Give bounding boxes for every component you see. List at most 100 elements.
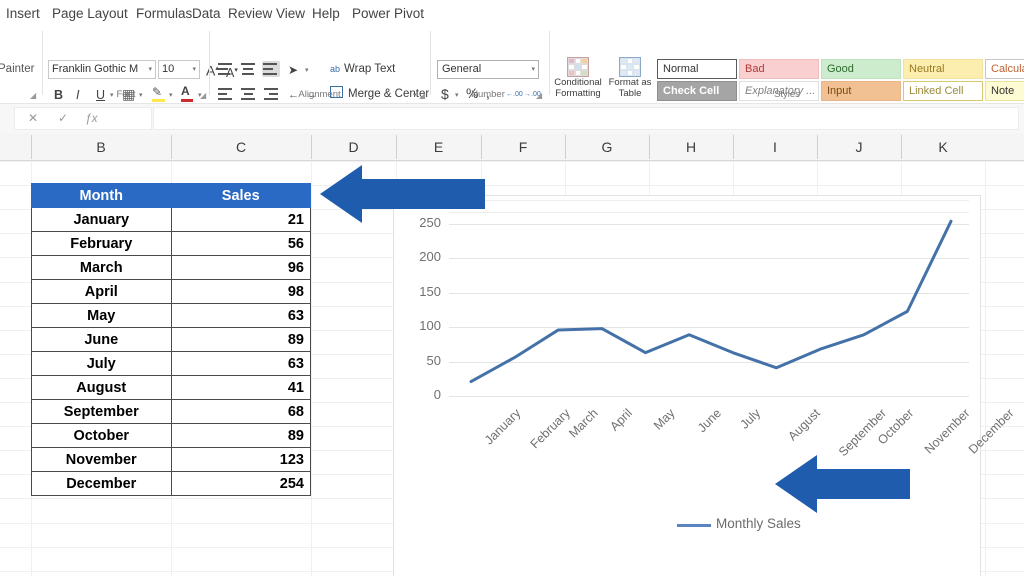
clipboard-dialog-launcher-icon[interactable]: ◢	[30, 91, 36, 100]
table-row: January21	[32, 208, 311, 232]
cell-sales[interactable]: 89	[171, 424, 311, 448]
cell-month[interactable]: May	[32, 304, 172, 328]
table-row: April98	[32, 280, 311, 304]
cell-month[interactable]: January	[32, 208, 172, 232]
column-header-D[interactable]: D	[311, 137, 396, 157]
table-row: November123	[32, 448, 311, 472]
cell-month[interactable]: July	[32, 352, 172, 376]
chevron-down-icon[interactable]: ▾	[148, 65, 152, 73]
chevron-down-icon[interactable]: ▾	[192, 65, 196, 73]
font-name-input[interactable]: Franklin Gothic M ▾	[48, 60, 156, 79]
table-row: October89	[32, 424, 311, 448]
ribbon-tab-view[interactable]: View	[276, 5, 305, 22]
column-header-I[interactable]: I	[733, 137, 817, 157]
cell-sales[interactable]: 21	[171, 208, 311, 232]
cell-sales[interactable]: 123	[171, 448, 311, 472]
confirm-icon[interactable]: ✓	[58, 111, 68, 125]
cell-month[interactable]: November	[32, 448, 172, 472]
worksheet-grid[interactable]: MonthSales January21February56March96Apr…	[0, 161, 1024, 576]
ribbon-tab-review[interactable]: Review	[228, 5, 272, 22]
cell-style-good[interactable]: Good	[821, 59, 901, 79]
formula-input[interactable]	[153, 107, 1019, 130]
cell-month[interactable]: March	[32, 256, 172, 280]
table-header-row: MonthSales	[32, 184, 311, 208]
table-row: March96	[32, 256, 311, 280]
group-divider	[430, 31, 431, 95]
cell-sales[interactable]: 41	[171, 376, 311, 400]
align-middle-icon[interactable]	[240, 62, 256, 76]
column-divider	[481, 135, 482, 159]
ribbon-tab-formulas[interactable]: Formulas	[136, 5, 192, 22]
column-header-J[interactable]: J	[817, 137, 901, 157]
cell-sales[interactable]: 254	[171, 472, 311, 496]
arrow-to-table	[320, 165, 485, 223]
wrap-text-icon[interactable]: ab	[330, 61, 340, 77]
format-painter-label[interactable]: Painter	[0, 63, 34, 75]
ribbon-tab-insert[interactable]: Insert	[6, 5, 40, 22]
font-name-value: Franklin Gothic M	[52, 63, 138, 75]
ribbon-tab-help[interactable]: Help	[312, 5, 340, 22]
ribbon-tab-power-pivot[interactable]: Power Pivot	[352, 5, 424, 22]
conditional-formatting-icon	[567, 57, 589, 77]
cell-sales[interactable]: 96	[171, 256, 311, 280]
cell-month[interactable]: February	[32, 232, 172, 256]
cell-sales[interactable]: 68	[171, 400, 311, 424]
column-divider	[733, 135, 734, 159]
table-row: February56	[32, 232, 311, 256]
cell-month[interactable]: December	[32, 472, 172, 496]
column-header-E[interactable]: E	[396, 137, 481, 157]
alignment-dialog-launcher-icon[interactable]: ◢	[419, 91, 425, 100]
column-header-C[interactable]: C	[171, 137, 311, 157]
column-header-row: BCDEFGHIJK	[0, 133, 1024, 161]
excel-window: Insert Page Layout FormulasData ReviewView H…	[0, 0, 1024, 576]
arrow-head-icon	[320, 165, 362, 223]
cell-style-neutral[interactable]: Neutral	[903, 59, 983, 79]
ribbon-tab-data[interactable]: Data	[192, 5, 221, 22]
cell-month[interactable]: June	[32, 328, 172, 352]
column-header-B[interactable]: B	[31, 137, 171, 157]
group-divider	[549, 31, 550, 95]
sales-data-table: MonthSales January21February56March96Apr…	[31, 183, 311, 496]
cell-style-calcula[interactable]: Calcula	[985, 59, 1024, 79]
font-dialog-launcher-icon[interactable]: ◢	[200, 91, 206, 100]
arrow-head-icon	[775, 455, 817, 513]
font-size-value: 10	[162, 63, 174, 75]
ribbon-tab-page-layout[interactable]: Page Layout	[52, 5, 128, 22]
orientation-icon[interactable]: ➤	[288, 62, 298, 78]
cell-sales[interactable]: 89	[171, 328, 311, 352]
column-header-F[interactable]: F	[481, 137, 565, 157]
font-size-input[interactable]: 10 ▾	[158, 60, 200, 79]
table-row: May63	[32, 304, 311, 328]
number-format-select[interactable]: General ▾	[437, 60, 539, 79]
wrap-text-button[interactable]: Wrap Text	[344, 63, 395, 75]
arrow-shaft	[816, 469, 910, 499]
format-as-table-icon	[619, 57, 641, 77]
align-bottom-icon[interactable]	[262, 61, 280, 77]
column-divider	[31, 135, 32, 159]
column-header-H[interactable]: H	[649, 137, 733, 157]
align-top-icon[interactable]	[218, 62, 234, 76]
table-header-month[interactable]: Month	[32, 184, 172, 208]
cell-sales[interactable]: 63	[171, 352, 311, 376]
insert-function-icon[interactable]: ƒx	[85, 111, 98, 125]
cell-style-bad[interactable]: Bad	[739, 59, 819, 79]
cell-month[interactable]: September	[32, 400, 172, 424]
cell-style-normal[interactable]: Normal	[657, 59, 737, 79]
column-divider	[171, 135, 172, 159]
grow-font-icon[interactable]: A▴	[206, 61, 219, 79]
column-header-G[interactable]: G	[565, 137, 649, 157]
monthly-sales-line-chart[interactable]: 050100150200250 JanuaryFebruaryMarchApri…	[393, 195, 981, 576]
column-header-K[interactable]: K	[901, 137, 985, 157]
grid-line-horizontal	[0, 161, 1024, 162]
cell-month[interactable]: August	[32, 376, 172, 400]
cell-sales[interactable]: 98	[171, 280, 311, 304]
cell-month[interactable]: October	[32, 424, 172, 448]
cell-sales[interactable]: 63	[171, 304, 311, 328]
alignment-group-label: Alignment	[212, 89, 427, 100]
cell-sales[interactable]: 56	[171, 232, 311, 256]
chevron-down-icon[interactable]: ▾	[531, 65, 535, 73]
cancel-icon[interactable]: ✕	[28, 111, 38, 125]
number-dialog-launcher-icon[interactable]: ◢	[536, 91, 542, 100]
table-header-sales[interactable]: Sales	[171, 184, 311, 208]
cell-month[interactable]: April	[32, 280, 172, 304]
